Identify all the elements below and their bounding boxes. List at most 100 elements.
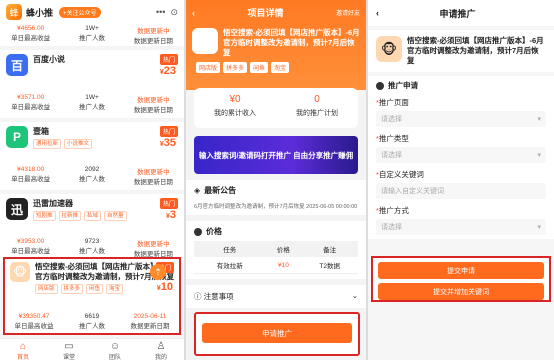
field-label: *推广页面 [376,98,409,107]
tag: 自然量 [104,211,127,221]
wukong-mascot-icon: 🐵 [192,28,218,54]
tag: 网店版 [196,62,221,73]
tag: 通用拉新 [33,139,62,149]
submit-add-keyword-button[interactable]: 提交并增加关键词 [378,283,544,300]
tab-classroom[interactable]: ▭ 课堂 [46,339,92,360]
stat-value: ¥4656.00 [17,25,45,32]
page-title: 项目详情 [247,8,284,18]
tab-label: 我的 [154,355,167,360]
price-value: ¥35 [159,137,176,149]
product-title: 悟空搜索-必须回填【网店推广版本】-6月官方临时调整改为邀请制，预计7月后恢复 [407,36,544,65]
info-icon: ⓘ [194,292,204,301]
field-label: *推广类型 [376,134,409,143]
notice-body: 6月官方临时调整改为邀请制，预计7月后恢复 2025-06-05 00:00:0… [194,204,358,210]
section-title: 最新公告 [204,186,237,195]
project-detail-screen: ‹ 项目详情 邀请好友 🐵 悟空搜索-必须回填【网店推广版本】-6月官方临时调整改为邀… [186,0,366,360]
tab-home[interactable]: ⌂ 首页 [0,339,46,360]
stat-value: 6619 [84,313,100,320]
product-summary: 🐵 悟空搜索-必须回填【网店推广版本】-6月官方临时调整改为邀请制，预计7月后恢复 [368,30,554,72]
tab-mine[interactable]: ♙ 我的 [138,339,184,360]
price-section: 价格 任务 价格 备注 有效拉新 ¥10 T2数据 [186,221,366,279]
project-card-yixiang[interactable]: 热门 ¥35 P 壹箱 通用拉新 小说推文 ¥4318.00 单日最高收益 2092 推… [0,122,184,190]
plan-value: 0 [314,94,320,105]
custom-keyword-input[interactable]: 请输入自定义关键词 [376,183,546,199]
table-cell: ¥10 [265,257,302,274]
stat-label: 推广人数 [78,176,105,183]
scroll-top-icon[interactable]: ⇡ [150,264,166,280]
table-cell: 有效拉新 [194,257,266,274]
apply-footer: 申请推广 [194,312,360,356]
my-stats-box: ¥0 我的累计收入 0 我的推广计划 [194,88,358,128]
home-screen: 蜂 蜂小推 +关注公众号 ••• ⊙ ¥4656.00 单日最高收益 1W+ 推广人数… [0,0,184,360]
tag: 闲鱼 [250,62,269,73]
income-label: 我的累计收入 [214,110,256,117]
top-stats: ¥4656.00 单日最高收益 1W+ 推广人数 数据更新中 数据更新日期 [0,24,184,46]
home-header: 蜂 蜂小推 +关注公众号 ••• ⊙ [0,0,184,24]
product-title: 悟空搜索-必须回填【网店推广版本】-6月官方临时调整改为邀请制，预计7月后恢复 [223,28,360,57]
tag: 网店版 [35,284,58,294]
tag: 私域 [84,211,102,221]
promo-banner[interactable]: 输入搜索词/邀请码打开推广 自由分享推广赚佣 [194,136,358,174]
hot-badge: 热门 [159,126,178,137]
chevron-down-icon: ⌄ [351,291,358,300]
card-stats: ¥3571.00 单日最高收益 1W+ 推广人数 数据更新中 数据更新日期 [0,93,184,115]
bottom-tab-bar: ⌂ 首页 ▭ 课堂 ☺ 团队 ♙ 我的 [0,338,184,360]
tag: 拉新推 [58,211,82,221]
price-value: ¥23 [159,65,176,77]
stat-label: 数据更新日期 [133,179,173,186]
card-title: 百度小说 [33,55,65,64]
profile-icon: ♙ [156,341,166,352]
price-icon [194,227,202,236]
notice-section: ◈ 最新公告 6月官方临时调整改为邀请制，预计7月后恢复 2025-06-05 0… [186,180,366,215]
apply-header: ‹ 申请推广 [368,0,554,26]
price-value: ¥3 [165,209,176,221]
detail-header: ‹ 项目详情 邀请好友 🐵 悟空搜索-必须回填【网店推广版本】-6月官方临时调整改为邀… [186,0,366,90]
stat-value: 1W+ [85,25,99,32]
stat-value: 数据更新中 [137,169,170,176]
promotion-method-select[interactable]: 请选择 ▾ [376,219,546,235]
plan-label: 我的推广计划 [296,110,338,117]
stat-label: 单日最高收益 [11,248,51,255]
price-table: 任务 价格 备注 有效拉新 ¥10 T2数据 [194,241,358,274]
stat-value: 9723 [84,238,100,245]
more-icon[interactable]: ••• [156,7,165,18]
form-section-icon [376,81,384,90]
stat-label: 推广人数 [79,323,105,330]
form-section-title: 推广申请 [388,81,418,90]
tag: 闲鱼 [86,284,104,294]
follow-account-button[interactable]: +关注公众号 [59,6,101,18]
stat-label: 单日最高收益 [11,104,51,111]
stat-value: 1W+ [85,94,99,101]
notice-icon: ◈ [194,186,201,195]
card-title: 迅雷加速器 [33,199,73,208]
promotion-page-select[interactable]: 请选择 ▾ [376,111,546,127]
apply-screen: ‹ 申请推广 🐵 悟空搜索-必须回填【网店推广版本】-6月官方临时调整改为邀请制，预… [368,0,554,360]
hot-badge: 热门 [159,54,178,65]
apply-promotion-button[interactable]: 申请推广 [202,323,352,343]
price-value: ¥10 [156,281,173,293]
tab-team[interactable]: ☺ 团队 [92,339,138,360]
promotion-type-select[interactable]: 请选择 ▾ [376,147,546,163]
submit-footer: 提交申请 提交并增加关键词 [371,256,551,302]
submit-button[interactable]: 提交申请 [378,262,544,279]
tag: 拼多多 [223,62,248,73]
project-card-baidu[interactable]: 热门 ¥23 百百度小说 ¥3571.00 单日最高收益 1W+ 推广人数 数据更新… [0,50,184,118]
wukong-mascot-icon: 🐵 [376,36,402,62]
table-header: 价格 [265,241,302,257]
stat-value: 2025-06-11 [133,313,167,320]
notes-section[interactable]: ⓘ 注意事项 ⌄ [186,285,366,308]
project-card-xunlei[interactable]: 热门 ¥3 迅迅雷加速器 短剧推 拉新推 私域 自然量 ¥3953.00 单日最高收益 … [0,194,184,262]
tag: 小说推文 [64,139,93,149]
card-stats: ¥4318.00 单日最高收益 2092 推广人数 数据更新中 数据更新日期 [0,165,184,187]
stat-label: 推广人数 [78,248,105,255]
team-icon: ☺ [109,341,121,352]
stat-label: 推广人数 [78,104,105,111]
invite-friends-button[interactable]: 邀请好友 [336,8,360,17]
stat-value: 数据更新中 [137,28,170,35]
dropdown-icon: ▾ [537,224,541,231]
tab-label: 团队 [108,355,121,360]
home-icon: ⌂ [19,341,27,352]
close-icon[interactable]: ⊙ [170,7,178,18]
baidu-novel-icon: 百 [6,54,28,76]
classroom-icon: ▭ [64,341,74,352]
